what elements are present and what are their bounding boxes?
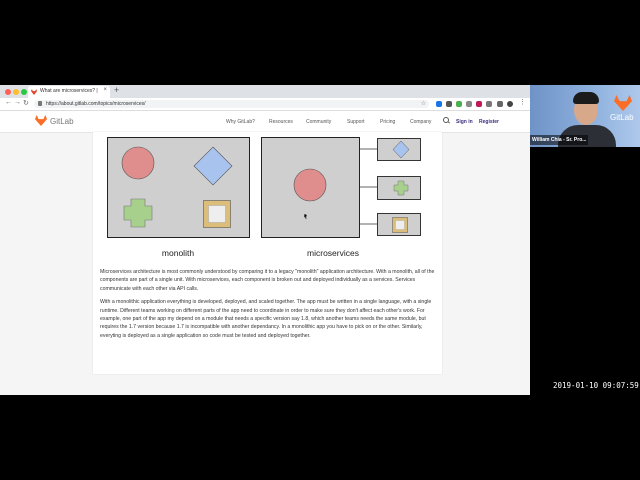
article-paragraph-2: With a monolithic application everything… (100, 299, 432, 339)
browser-window: What are microservices? | GitLab × + ← →… (0, 85, 530, 395)
minimize-window-dot[interactable] (13, 89, 19, 95)
nav-support[interactable]: Support (347, 119, 365, 125)
browser-menu-icon[interactable]: ⋮ (519, 98, 526, 106)
extension-icon[interactable] (456, 101, 462, 107)
webcam-overlay: GitLab William Chia - Sr. Pro... (530, 85, 640, 147)
nav-why-gitlab[interactable]: Why GitLab? (226, 119, 255, 125)
tab-microservices[interactable]: What are microservices? | GitLab × (28, 86, 110, 98)
nav-resources[interactable]: Resources (269, 119, 293, 125)
nav-company[interactable]: Company (410, 119, 431, 125)
article-body: Microservices architecture is most commo… (100, 268, 436, 345)
monolith-vs-microservices-diagram: monolith microservices (107, 137, 421, 258)
address-url[interactable]: https://about.gitlab.com/topics/microser… (46, 101, 146, 107)
presenter-name: William Chia - Sr. Pro... (530, 135, 589, 145)
sign-in-link[interactable]: Sign in (456, 119, 473, 125)
lock-icon (38, 101, 42, 106)
forward-arrow-icon[interactable]: → (14, 99, 21, 106)
register-link[interactable]: Register (479, 119, 499, 125)
extension-icon[interactable] (466, 101, 472, 107)
back-arrow-icon[interactable]: ← (5, 99, 12, 106)
profile-avatar-icon[interactable] (507, 101, 513, 107)
article-card: monolith microservices Microservices arc… (93, 132, 442, 374)
monolith-label: monolith (162, 248, 194, 258)
site-brand[interactable]: GitLab (50, 117, 74, 126)
site-header: GitLab Why GitLab? Resources Community S… (0, 111, 530, 133)
tab-title: What are microservices? | GitLab (40, 88, 98, 94)
webcam-logo-text: GitLab (610, 113, 634, 122)
gitlab-logo-icon[interactable] (35, 115, 47, 126)
recording-timestamp: 2019-01-10 09:07:59 (553, 381, 639, 390)
monolith-circle-component (121, 146, 155, 180)
microservices-circle-component (293, 168, 327, 202)
new-tab-button[interactable]: + (114, 85, 119, 95)
close-tab-icon[interactable]: × (103, 87, 107, 93)
search-icon[interactable] (443, 117, 449, 123)
browser-toolbar: ← → ↻ https://about.gitlab.com/topics/mi… (0, 98, 530, 111)
nav-pricing[interactable]: Pricing (380, 119, 395, 125)
extension-icon[interactable] (476, 101, 482, 107)
article-paragraph-1: Microservices architecture is most commo… (100, 269, 435, 292)
gitlab-favicon-icon (31, 89, 37, 95)
close-window-dot[interactable] (5, 89, 11, 95)
extension-icon[interactable] (497, 101, 503, 107)
nav-community[interactable]: Community (306, 119, 331, 125)
extension-icon[interactable] (486, 101, 492, 107)
tab-strip: What are microservices? | GitLab × + (0, 85, 530, 98)
bookmark-star-icon[interactable]: ☆ (421, 100, 426, 107)
address-bar[interactable]: https://about.gitlab.com/topics/microser… (34, 100, 429, 108)
reload-icon[interactable]: ↻ (23, 99, 29, 107)
maximize-window-dot[interactable] (21, 89, 27, 95)
extension-icon[interactable] (436, 101, 442, 107)
microservices-label: microservices (307, 248, 359, 258)
extension-icon[interactable] (446, 101, 452, 107)
